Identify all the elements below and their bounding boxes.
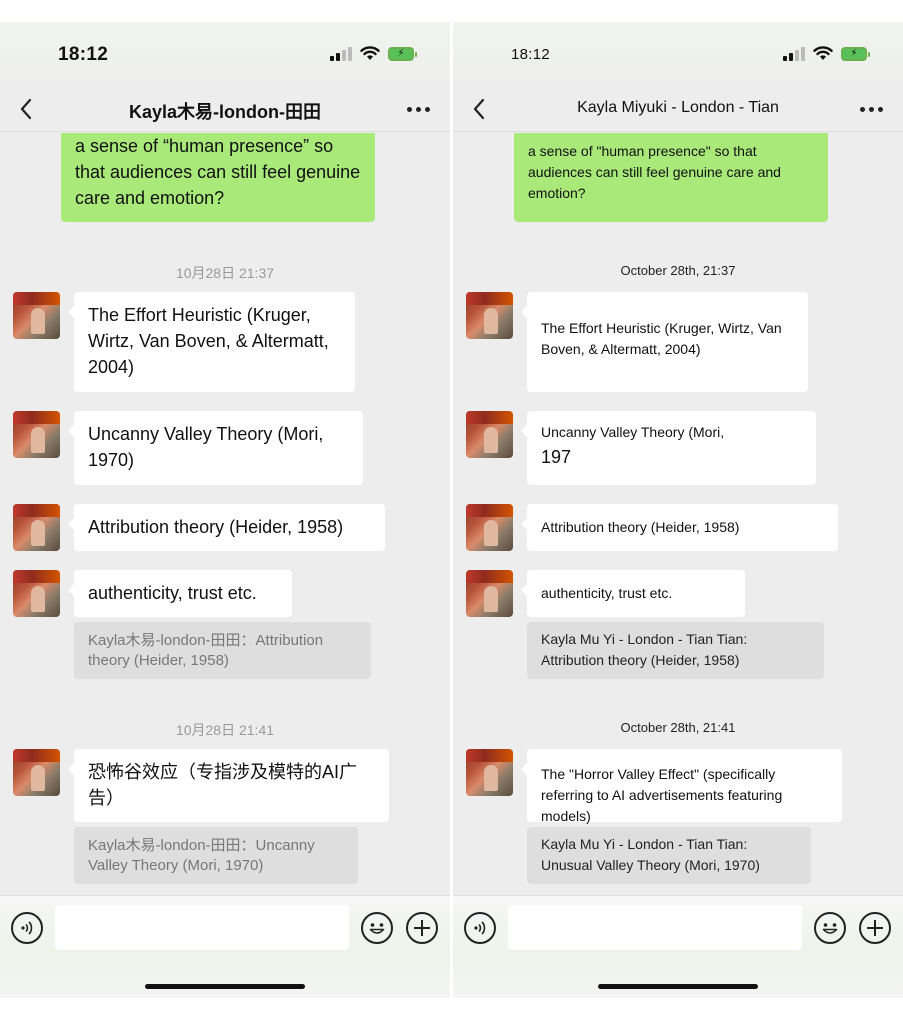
chat-title: Kayla木易-london-田田	[129, 102, 321, 122]
home-indicator	[598, 984, 758, 989]
input-bar	[453, 895, 903, 998]
incoming-message-bubble[interactable]: authenticity, trust etc.	[521, 570, 745, 617]
chat-thread[interactable]: a sense of “human presence” so that audi…	[0, 133, 450, 895]
avatar[interactable]	[466, 292, 513, 339]
quoted-message[interactable]: Kayla木易-london-田田：Uncanny Valley Theory …	[74, 827, 358, 884]
avatar[interactable]	[466, 570, 513, 617]
outgoing-message-bubble[interactable]: a sense of “human presence” so that audi…	[61, 133, 375, 222]
message-input[interactable]	[55, 905, 349, 950]
avatar[interactable]	[466, 749, 513, 796]
emoji-icon[interactable]	[361, 912, 393, 944]
back-icon[interactable]	[14, 96, 38, 122]
incoming-message-bubble[interactable]: The Effort Heuristic (Kruger, Wirtz, Van…	[521, 292, 808, 392]
status-icons: ⚡	[783, 46, 870, 61]
message-timestamp: October 28th, 21:37	[620, 263, 736, 278]
status-bar: 18:12 ⚡	[0, 22, 450, 86]
wifi-icon	[813, 46, 833, 60]
quoted-message[interactable]: Kayla Mu Yi - London - Tian Tian: Unusua…	[527, 827, 811, 884]
chat-title: Kayla Miyuki - London - Tian	[577, 99, 779, 116]
outgoing-message-bubble[interactable]: a sense of "human presence" so that audi…	[514, 133, 828, 222]
battery-icon: ⚡	[841, 46, 870, 61]
quoted-message[interactable]: Kayla Mu Yi - London - Tian Tian: Attrib…	[527, 622, 824, 679]
avatar[interactable]	[13, 570, 60, 617]
emoji-icon[interactable]	[814, 912, 846, 944]
quoted-message[interactable]: Kayla木易-london-田田：Attribution theory (He…	[74, 622, 371, 679]
more-icon[interactable]	[404, 96, 432, 122]
incoming-message-bubble[interactable]: Attribution theory (Heider, 1958)	[521, 504, 838, 551]
wifi-icon	[360, 46, 380, 60]
phone-screenshot-translated: 18:12 ⚡ Kayla Miyuki - London - Tian a s…	[453, 22, 903, 998]
message-text-line: 197	[541, 447, 572, 467]
home-indicator	[145, 984, 305, 989]
plus-icon[interactable]	[859, 912, 891, 944]
voice-icon[interactable]	[11, 912, 43, 944]
avatar[interactable]	[13, 292, 60, 339]
incoming-message-bubble[interactable]: Uncanny Valley Theory (Mori, 1970)	[68, 411, 363, 485]
nav-bar: Kayla Miyuki - London - Tian	[453, 86, 903, 132]
incoming-message-bubble[interactable]: authenticity, trust etc.	[68, 570, 292, 617]
avatar[interactable]	[466, 504, 513, 551]
phone-screenshot-original: 18:12 ⚡ Kayla木易-london-田田 a sense of “hu…	[0, 22, 450, 998]
avatar[interactable]	[13, 411, 60, 458]
message-timestamp: October 28th, 21:41	[620, 720, 736, 735]
avatar[interactable]	[13, 749, 60, 796]
avatar[interactable]	[13, 504, 60, 551]
message-timestamp: 10月28日 21:41	[175, 722, 275, 738]
signal-icon	[330, 46, 352, 61]
message-input[interactable]	[508, 905, 802, 950]
incoming-message-bubble[interactable]: Attribution theory (Heider, 1958)	[68, 504, 385, 551]
incoming-message-bubble[interactable]: The Effort Heuristic (Kruger, Wirtz, Van…	[68, 292, 355, 392]
status-time: 18:12	[58, 44, 109, 65]
message-timestamp: 10月28日 21:37	[175, 265, 275, 281]
battery-icon: ⚡	[388, 46, 417, 61]
incoming-message-bubble[interactable]: Uncanny Valley Theory (Mori, 197	[521, 411, 816, 485]
back-icon[interactable]	[467, 96, 491, 122]
more-icon[interactable]	[857, 96, 885, 122]
status-icons: ⚡	[330, 46, 417, 61]
avatar[interactable]	[466, 411, 513, 458]
incoming-message-bubble[interactable]: The "Horror Valley Effect" (specifically…	[521, 749, 842, 824]
status-bar: 18:12 ⚡	[453, 22, 903, 86]
chat-thread[interactable]: a sense of "human presence" so that audi…	[453, 133, 903, 895]
voice-icon[interactable]	[464, 912, 496, 944]
plus-icon[interactable]	[406, 912, 438, 944]
status-time: 18:12	[511, 46, 551, 63]
message-text-line: Uncanny Valley Theory (Mori,	[541, 424, 725, 440]
input-bar	[0, 895, 450, 998]
nav-bar: Kayla木易-london-田田	[0, 86, 450, 132]
signal-icon	[783, 46, 805, 61]
incoming-message-bubble[interactable]: 恐怖谷效应（专指涉及模特的AI广告）	[68, 749, 389, 822]
